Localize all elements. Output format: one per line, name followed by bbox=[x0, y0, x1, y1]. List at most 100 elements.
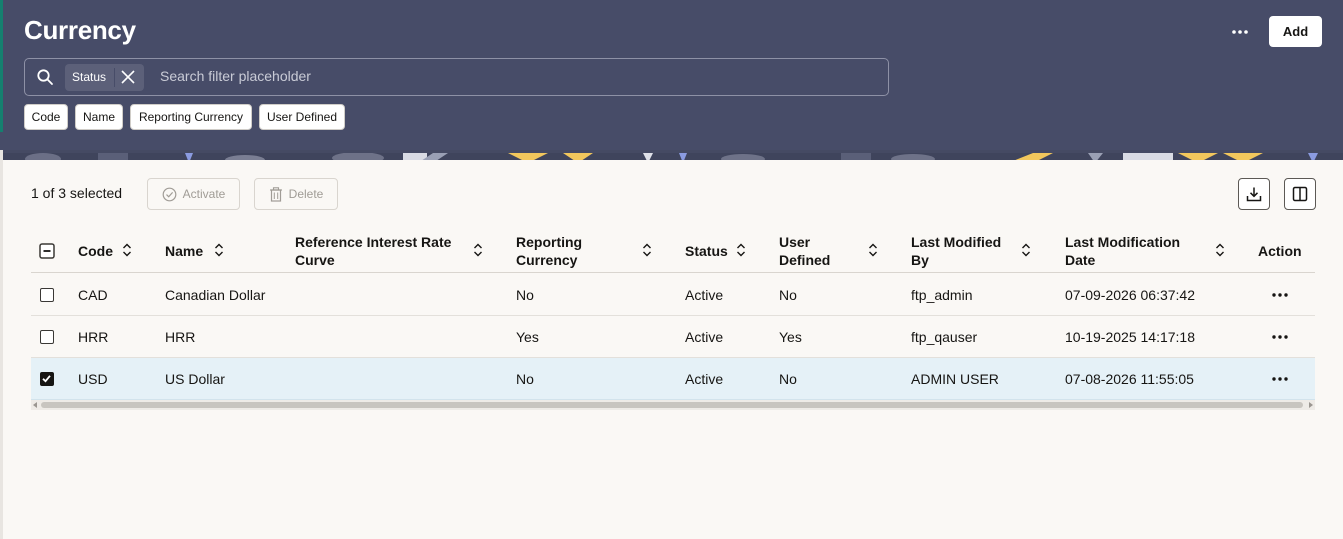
more-horizontal-icon bbox=[1272, 335, 1288, 339]
column-header-label: Reference Interest Rate bbox=[295, 233, 452, 250]
cell-last-modified-by: ftp_qauser bbox=[911, 329, 978, 345]
column-header-label: Last Modified bbox=[911, 233, 1002, 250]
cell-last-modified-by: ftp_admin bbox=[911, 287, 973, 303]
download-icon bbox=[1246, 187, 1262, 202]
cell-last-modification-date: 10-19-2025 14:17:18 bbox=[1065, 329, 1195, 345]
scrollbar-thumb[interactable] bbox=[41, 402, 1303, 408]
column-header-label: Reporting bbox=[516, 233, 583, 250]
more-horizontal-icon bbox=[1272, 377, 1288, 381]
header-more-button[interactable] bbox=[1224, 18, 1256, 46]
column-header-label: Code bbox=[78, 242, 113, 259]
column-header-last-modification-date[interactable]: Last Modification Date bbox=[1065, 228, 1180, 273]
chip-divider bbox=[114, 68, 115, 87]
sort-icon[interactable] bbox=[1213, 242, 1227, 258]
delete-label: Delete bbox=[288, 187, 324, 201]
column-header-last-modified-by[interactable]: Last Modified By bbox=[911, 228, 1001, 273]
check-icon bbox=[42, 375, 51, 383]
cell-reporting-currency: No bbox=[516, 371, 534, 387]
cell-user-defined: No bbox=[779, 287, 797, 303]
column-header-label: Date bbox=[1065, 251, 1096, 268]
cell-name: Canadian Dollar bbox=[165, 287, 266, 303]
filter-reporting-currency-button[interactable]: Reporting Currency bbox=[130, 104, 252, 130]
cell-user-defined: No bbox=[779, 371, 797, 387]
column-header-user-defined[interactable]: User Defined bbox=[779, 228, 830, 273]
column-header-name[interactable]: Name bbox=[165, 228, 203, 273]
filter-chip-label: Status bbox=[72, 70, 107, 84]
column-header-reporting-currency[interactable]: Reporting Currency bbox=[516, 228, 582, 273]
selection-count: 1 of 3 selected bbox=[31, 185, 123, 201]
cell-last-modification-date: 07-09-2026 06:37:42 bbox=[1065, 287, 1195, 303]
column-header-label: Action bbox=[1258, 242, 1302, 259]
more-horizontal-icon bbox=[1272, 293, 1288, 297]
column-header-action: Action bbox=[1258, 228, 1302, 273]
cell-reporting-currency: Yes bbox=[516, 329, 539, 345]
sort-icon[interactable] bbox=[640, 242, 654, 258]
page-header: Currency Add Status Search filter placeh… bbox=[0, 0, 1343, 150]
column-header-label: Name bbox=[165, 242, 204, 259]
cell-reporting-currency: No bbox=[516, 287, 534, 303]
select-all-checkbox[interactable] bbox=[39, 243, 55, 259]
select-all-cell bbox=[31, 228, 61, 273]
row-checkbox[interactable] bbox=[40, 288, 54, 302]
download-button[interactable] bbox=[1238, 178, 1270, 210]
cell-code: HRR bbox=[78, 329, 109, 345]
scroll-right-icon[interactable] bbox=[1309, 402, 1313, 408]
horizontal-scrollbar[interactable] bbox=[31, 400, 1315, 410]
add-button[interactable]: Add bbox=[1269, 16, 1322, 47]
filter-chip-status: Status bbox=[65, 64, 144, 91]
app-accent-edge bbox=[0, 0, 3, 132]
activate-button[interactable]: Activate bbox=[147, 178, 240, 210]
cell-last-modification-date: 07-08-2026 11:55:05 bbox=[1065, 371, 1194, 387]
cell-name: HRR bbox=[165, 329, 196, 345]
columns-icon bbox=[1292, 186, 1308, 202]
check-circle-icon bbox=[162, 187, 177, 201]
column-header-status[interactable]: Status bbox=[685, 228, 728, 273]
close-icon[interactable] bbox=[120, 69, 136, 85]
search-filter-bar[interactable]: Status Search filter placeholder bbox=[24, 58, 889, 96]
row-actions-button[interactable] bbox=[1267, 369, 1293, 389]
search-icon bbox=[37, 69, 53, 85]
sort-icon[interactable] bbox=[120, 242, 134, 258]
row-select-cell bbox=[31, 316, 61, 358]
filter-code-button[interactable]: Code bbox=[24, 104, 68, 130]
sort-icon[interactable] bbox=[471, 242, 485, 258]
app-edge bbox=[0, 132, 3, 539]
table-row[interactable]: CAD Canadian Dollar No Active No ftp_adm… bbox=[31, 274, 1315, 316]
scroll-left-icon[interactable] bbox=[33, 402, 37, 408]
more-horizontal-icon bbox=[1232, 30, 1248, 34]
filter-name-button[interactable]: Name bbox=[75, 104, 123, 130]
cell-user-defined: Yes bbox=[779, 329, 802, 345]
delete-button[interactable]: Delete bbox=[254, 178, 338, 210]
row-checkbox[interactable] bbox=[40, 372, 54, 386]
table-row[interactable]: HRR HRR Yes Active Yes ftp_qauser 10-19-… bbox=[31, 316, 1315, 358]
columns-button[interactable] bbox=[1284, 178, 1316, 210]
column-header-label: Curve bbox=[295, 251, 335, 268]
cell-status: Active bbox=[685, 329, 724, 345]
sort-icon[interactable] bbox=[1019, 242, 1033, 258]
row-actions-button[interactable] bbox=[1267, 285, 1293, 305]
cell-name: US Dollar bbox=[165, 371, 225, 387]
column-header-code[interactable]: Code bbox=[78, 228, 113, 273]
cell-status: Active bbox=[685, 371, 724, 387]
row-select-cell bbox=[31, 358, 61, 400]
cell-last-modified-by: ADMIN USER bbox=[911, 371, 999, 387]
column-header-label: Defined bbox=[779, 251, 831, 268]
activate-label: Activate bbox=[182, 187, 226, 201]
column-header-label: User bbox=[779, 233, 811, 250]
column-header-label: By bbox=[911, 251, 929, 268]
sort-icon[interactable] bbox=[212, 242, 226, 258]
table-header: Code Name Reference Interest Rate Curve … bbox=[31, 228, 1315, 273]
row-checkbox[interactable] bbox=[40, 330, 54, 344]
filter-user-defined-button[interactable]: User Defined bbox=[259, 104, 345, 130]
table-row[interactable]: USD US Dollar No Active No ADMIN USER 07… bbox=[31, 358, 1315, 400]
page-title: Currency bbox=[24, 15, 136, 45]
sort-icon[interactable] bbox=[866, 242, 880, 258]
cell-code: CAD bbox=[78, 287, 108, 303]
cell-code: USD bbox=[78, 371, 108, 387]
search-input[interactable]: Search filter placeholder bbox=[160, 68, 311, 84]
row-actions-button[interactable] bbox=[1267, 327, 1293, 347]
decorative-banner bbox=[3, 150, 1343, 160]
trash-icon bbox=[269, 186, 282, 202]
column-header-reference-interest-rate-curve[interactable]: Reference Interest Rate Curve bbox=[295, 228, 451, 273]
sort-icon[interactable] bbox=[734, 242, 748, 258]
